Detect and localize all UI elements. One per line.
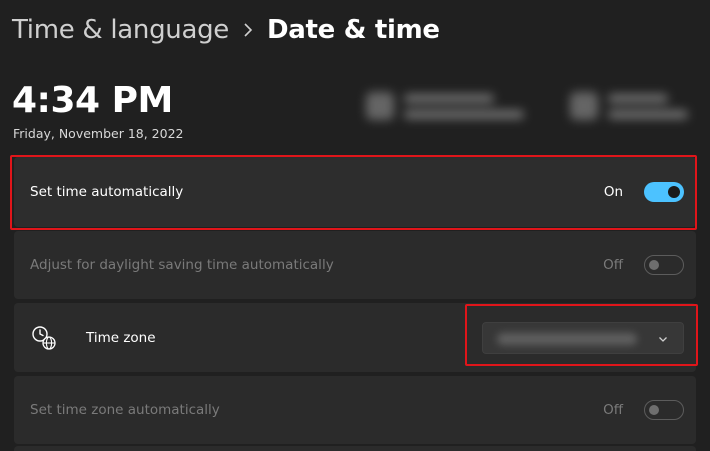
set-timezone-automatically-control: Off	[603, 400, 684, 420]
daylight-saving-state: Off	[603, 257, 623, 273]
toggle-knob	[668, 186, 680, 198]
set-time-automatically-control: On	[604, 182, 684, 202]
set-time-automatically-label: Set time automatically	[30, 184, 184, 200]
set-timezone-automatically-label: Set time zone automatically	[30, 402, 220, 418]
blurred-icon	[366, 92, 394, 120]
set-time-automatically-state: On	[603, 184, 623, 200]
time-zone-label: Time zone	[86, 329, 156, 346]
date-time-settings-page: Time & language Date & time 4:34 PM Frid…	[0, 0, 710, 451]
next-card-edge	[14, 446, 696, 451]
current-date: Friday, November 18, 2022	[13, 126, 184, 141]
time-zone-row: Time zone	[14, 303, 696, 372]
chevron-down-icon	[659, 336, 667, 342]
set-timezone-automatically-state: Off	[603, 402, 623, 418]
toggle-knob	[649, 405, 659, 415]
clock-globe-icon	[32, 325, 56, 350]
current-time: 4:34 PM	[12, 80, 173, 121]
toggle-knob	[649, 260, 659, 270]
breadcrumb-time-language[interactable]: Time & language	[12, 15, 229, 45]
set-time-automatically-row: Set time automatically On	[14, 157, 696, 227]
set-timezone-automatically-toggle[interactable]	[644, 400, 684, 420]
daylight-saving-toggle[interactable]	[644, 255, 684, 275]
time-zone-dropdown[interactable]	[482, 321, 684, 354]
blurred-region-info	[570, 84, 688, 128]
page-title: Date & time	[266, 15, 440, 45]
daylight-saving-row: Adjust for daylight saving time automati…	[14, 231, 696, 299]
daylight-saving-label: Adjust for daylight saving time automati…	[30, 257, 334, 273]
blurred-icon	[570, 92, 598, 120]
time-zone-value	[497, 332, 637, 345]
daylight-saving-control: Off	[603, 255, 684, 275]
breadcrumb: Time & language Date & time	[12, 10, 440, 50]
set-timezone-automatically-row: Set time zone automatically Off	[14, 376, 696, 444]
chevron-right-icon	[229, 23, 267, 37]
set-time-automatically-toggle[interactable]	[644, 182, 684, 202]
blurred-sync-info	[366, 84, 524, 128]
